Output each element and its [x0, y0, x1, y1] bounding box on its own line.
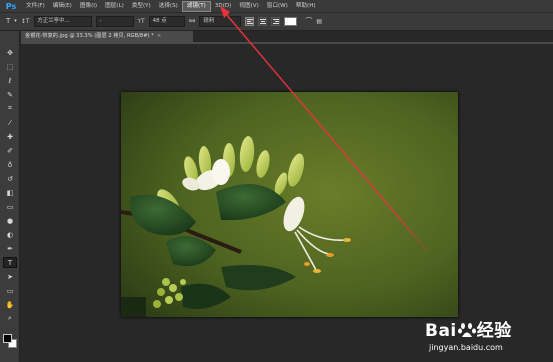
- chevron-down-icon[interactable]: ▾: [14, 16, 17, 27]
- antialias-select[interactable]: 锐利: [199, 16, 242, 27]
- watermark-logo-pre: Bai: [425, 321, 457, 341]
- options-bar: T ▾ ↕T 方正兰亭中... - ᴛT 48 点 aa 锐利 ⌒ ▤: [0, 13, 553, 31]
- menu-layer[interactable]: 图层(L): [101, 1, 128, 12]
- clone-stamp-icon[interactable]: ♁: [3, 159, 17, 170]
- gradient-icon[interactable]: ▭: [3, 201, 17, 212]
- character-panel-icon[interactable]: ▤: [316, 16, 322, 27]
- path-select-icon[interactable]: ➤: [3, 271, 17, 282]
- menu-window[interactable]: 窗口(W): [263, 1, 292, 12]
- menu-filter[interactable]: 滤镜(T): [181, 0, 211, 12]
- watermark-url: jingyan.baidu.com: [429, 343, 503, 352]
- marquee-icon[interactable]: ⬚: [3, 61, 17, 72]
- zoom-icon[interactable]: ⌕: [3, 313, 17, 324]
- healing-icon[interactable]: ✚: [3, 131, 17, 142]
- font-size-icon: ᴛT: [137, 18, 145, 25]
- text-orientation-icon[interactable]: ↕T: [21, 16, 30, 27]
- watermark-logo: Bai 经验: [425, 316, 512, 341]
- photoshop-logo: Ps: [5, 1, 17, 11]
- text-color-swatch[interactable]: [284, 17, 298, 26]
- paw-icon: [457, 323, 476, 337]
- pen-icon[interactable]: ✒: [3, 243, 17, 254]
- close-icon[interactable]: ×: [157, 31, 161, 42]
- menu-edit[interactable]: 编辑(E): [49, 1, 76, 12]
- move-icon[interactable]: ✥: [3, 47, 17, 58]
- foreground-color-swatch[interactable]: [3, 334, 12, 343]
- menu-help[interactable]: 帮助(H): [292, 1, 320, 12]
- watermark-logo-post: 经验: [476, 321, 512, 341]
- font-size-select[interactable]: 48 点: [148, 16, 185, 27]
- baidu-jingyan-watermark: Bai 经验 jingyan.baidu.com: [425, 316, 549, 360]
- type-icon[interactable]: T: [3, 257, 17, 268]
- menu-image[interactable]: 图像(I): [76, 1, 101, 12]
- hand-icon[interactable]: ✋: [3, 299, 17, 310]
- menu-bar: Ps 文件(F) 编辑(E) 图像(I) 图层(L) 类型(Y) 选择(S) 滤…: [0, 0, 553, 13]
- rectangle-icon[interactable]: ▭: [3, 285, 17, 296]
- align-right-button[interactable]: [271, 17, 281, 26]
- blur-icon[interactable]: ●: [3, 215, 17, 226]
- font-family-select[interactable]: 方正兰亭中...: [33, 16, 92, 27]
- brush-icon[interactable]: ✐: [3, 145, 17, 156]
- menu-view[interactable]: 视图(V): [235, 1, 262, 12]
- antialias-label: aa: [188, 18, 196, 24]
- dodge-icon[interactable]: ◐: [3, 229, 17, 240]
- align-center-button[interactable]: [258, 17, 268, 26]
- warp-text-icon[interactable]: ⌒: [305, 16, 312, 27]
- document-title: 金银花-恢复的.jpg @ 33.3% (图层 2 拷贝, RGB/8#) *: [25, 33, 154, 39]
- type-tool-preset-icon[interactable]: T: [6, 16, 10, 27]
- align-left-button[interactable]: [245, 17, 255, 26]
- menu-select[interactable]: 选择(S): [155, 1, 182, 12]
- menu-type[interactable]: 类型(Y): [128, 1, 155, 12]
- crop-icon[interactable]: ⌗: [3, 103, 17, 114]
- menu-3d[interactable]: 3D(D): [211, 1, 236, 12]
- tools-panel: ✥ ⬚ ℓ ✎ ⌗ ⁄ ✚ ✐ ♁ ↺ ◧ ▭ ● ◐ ✒ T ➤ ▭ ✋ ⌕: [0, 31, 20, 362]
- eraser-icon[interactable]: ◧: [3, 187, 17, 198]
- lasso-icon[interactable]: ℓ: [3, 75, 17, 86]
- honeysuckle-photo: [121, 92, 458, 317]
- document-image[interactable]: [121, 92, 458, 317]
- document-tab[interactable]: 金银花-恢复的.jpg @ 33.3% (图层 2 拷贝, RGB/8#) * …: [21, 31, 193, 42]
- history-brush-icon[interactable]: ↺: [3, 173, 17, 184]
- menu-file[interactable]: 文件(F): [22, 1, 49, 12]
- eyedropper-icon[interactable]: ⁄: [3, 117, 17, 128]
- quick-select-icon[interactable]: ✎: [3, 89, 17, 100]
- font-style-select[interactable]: -: [95, 16, 134, 27]
